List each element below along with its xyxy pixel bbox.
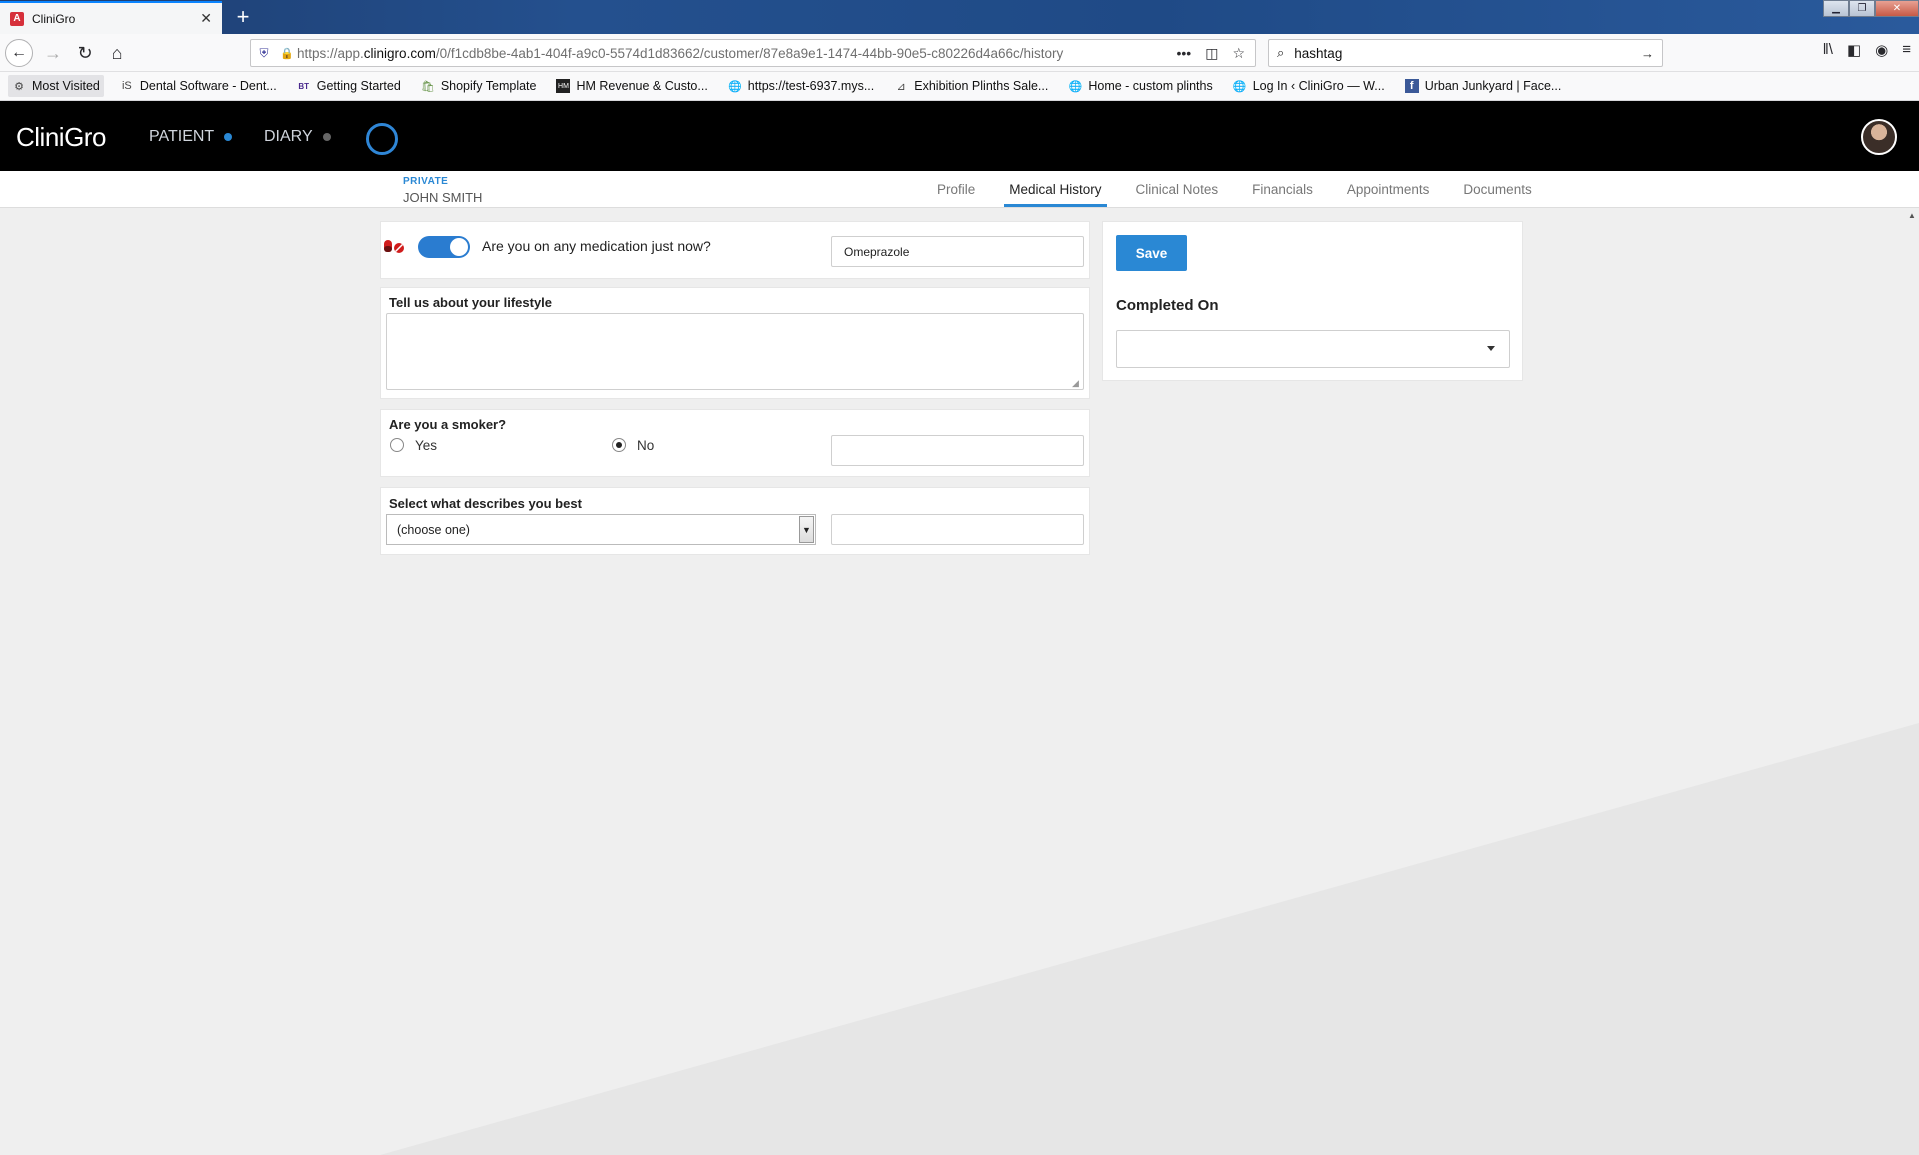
gear-icon: ⚙ bbox=[14, 80, 24, 93]
status-dot bbox=[224, 133, 233, 141]
loading-spinner-icon bbox=[366, 123, 398, 155]
shopify-icon: 🛍 bbox=[420, 80, 435, 93]
bookmark-item[interactable]: 🌐 Home - custom plinths bbox=[1064, 75, 1216, 97]
smoker-yes-radio[interactable] bbox=[390, 438, 404, 452]
bookmark-item[interactable]: BT Getting Started bbox=[293, 75, 405, 97]
describe-select[interactable]: (choose one) ▼ bbox=[386, 514, 816, 545]
lock-icon[interactable]: 🔒 bbox=[277, 47, 297, 60]
chevron-down-icon[interactable]: ▼ bbox=[799, 516, 814, 543]
page-scrollbar[interactable]: ▲ bbox=[1905, 208, 1919, 1155]
menu-item-patient[interactable]: PATIENT bbox=[149, 128, 233, 146]
bookmark-item[interactable]: iS Dental Software - Dent... bbox=[116, 75, 281, 97]
toggle-knob bbox=[450, 238, 468, 256]
forward-button[interactable]: → bbox=[40, 41, 66, 65]
library-icon[interactable]: ‖\ bbox=[1823, 41, 1833, 59]
bookmark-item[interactable]: HM HM Revenue & Custo... bbox=[552, 75, 711, 97]
globe-icon: 🌐 bbox=[727, 80, 742, 93]
plinth-icon: ⊿ bbox=[896, 80, 906, 93]
new-tab-button[interactable]: + bbox=[231, 4, 255, 30]
tab-documents[interactable]: Documents bbox=[1446, 171, 1548, 208]
smoker-yes-label: Yes bbox=[415, 438, 438, 453]
save-button[interactable]: Save bbox=[1116, 235, 1187, 271]
medication-pills-icon bbox=[384, 240, 404, 253]
describe-select-value: (choose one) bbox=[397, 522, 470, 537]
reload-button[interactable]: ↻ bbox=[72, 41, 98, 65]
patient-subheader: PRIVATE JOHN SMITH Profile Medical Histo… bbox=[0, 171, 1919, 208]
bookmarks-toolbar: ⚙ Most Visited iS Dental Software - Dent… bbox=[0, 72, 1919, 101]
patient-tabs: Profile Medical History Clinical Notes F… bbox=[920, 171, 1549, 208]
globe-icon: 🌐 bbox=[1068, 80, 1083, 93]
patient-type-badge: PRIVATE bbox=[403, 176, 449, 187]
scroll-up-arrow-icon[interactable]: ▲ bbox=[1908, 211, 1916, 220]
app-header: CliniGro PATIENT DIARY bbox=[0, 101, 1919, 171]
bookmark-item[interactable]: 🌐 Log In ‹ CliniGro — W... bbox=[1229, 75, 1389, 97]
url-text[interactable]: https://app.clinigro.com/0/f1cdb8be-4ab1… bbox=[297, 46, 1176, 61]
tracking-shield-icon[interactable]: ⛨ bbox=[251, 46, 277, 61]
smoker-note-input[interactable] bbox=[831, 435, 1084, 466]
close-tab-icon[interactable]: ✕ bbox=[200, 10, 212, 27]
tab-financials[interactable]: Financials bbox=[1235, 171, 1330, 208]
hamburger-menu-icon[interactable]: ≡ bbox=[1902, 41, 1911, 59]
caret-down-icon bbox=[1487, 346, 1495, 351]
bookmark-item[interactable]: 🛍 Shopify Template bbox=[417, 75, 541, 97]
url-bar[interactable]: ⛨ 🔒 https://app.clinigro.com/0/f1cdb8be-… bbox=[250, 39, 1256, 67]
bookmark-item[interactable]: 🌐 https://test-6937.mys... bbox=[724, 75, 878, 97]
medication-question: Are you on any medication just now? bbox=[482, 238, 711, 254]
tab-title: CliniGro bbox=[32, 11, 76, 26]
window-titlebar: A CliniGro ✕ + ▁ ❐ ✕ bbox=[0, 0, 1919, 34]
completed-on-select[interactable] bbox=[1116, 330, 1510, 368]
completed-on-label: Completed On bbox=[1116, 297, 1219, 314]
lifestyle-question: Tell us about your lifestyle bbox=[389, 295, 553, 310]
tab-medical-history[interactable]: Medical History bbox=[992, 171, 1118, 208]
tab-clinical-notes[interactable]: Clinical Notes bbox=[1119, 171, 1236, 208]
app-logo[interactable]: CliniGro bbox=[16, 122, 106, 153]
menu-item-diary[interactable]: DIARY bbox=[264, 128, 331, 146]
medication-input[interactable]: Omeprazole bbox=[831, 236, 1084, 267]
sidebar-toggle-icon[interactable]: ◧ bbox=[1847, 41, 1861, 59]
facebook-icon: f bbox=[1404, 79, 1419, 93]
search-go-arrow-icon[interactable]: → bbox=[1641, 46, 1654, 61]
bookmark-item[interactable]: ⊿ Exhibition Plinths Sale... bbox=[890, 75, 1052, 97]
search-input[interactable]: hashtag bbox=[1294, 46, 1631, 61]
globe-icon: 🌐 bbox=[1232, 80, 1247, 93]
smoker-no-label: No bbox=[637, 438, 655, 453]
lifestyle-textarea[interactable] bbox=[386, 313, 1084, 390]
describe-question: Select what describes you best bbox=[389, 496, 582, 511]
is-logo-icon: iS bbox=[121, 80, 132, 92]
tab-appointments[interactable]: Appointments bbox=[1330, 171, 1447, 208]
bookmark-item[interactable]: f Urban Junkyard | Face... bbox=[1401, 75, 1566, 97]
pocket-icon[interactable]: ◫ bbox=[1205, 45, 1218, 62]
patient-name: JOHN SMITH bbox=[403, 190, 483, 205]
search-icon: ⌕ bbox=[1277, 45, 1285, 60]
smoker-question: Are you a smoker? bbox=[389, 417, 507, 432]
hmrc-icon: HM bbox=[556, 79, 571, 93]
medication-toggle[interactable] bbox=[418, 236, 470, 258]
restore-button[interactable]: ❐ bbox=[1849, 0, 1875, 17]
resize-handle-icon[interactable]: ◢ bbox=[1072, 378, 1079, 389]
account-icon[interactable]: ◉ bbox=[1875, 41, 1888, 59]
search-bar[interactable]: ⌕ hashtag → bbox=[1268, 39, 1663, 67]
home-button[interactable]: ⌂ bbox=[104, 41, 130, 65]
close-window-button[interactable]: ✕ bbox=[1875, 0, 1919, 17]
bookmark-item[interactable]: ⚙ Most Visited bbox=[8, 75, 104, 97]
browser-tab-active[interactable]: A CliniGro ✕ bbox=[0, 1, 222, 34]
window-controls: ▁ ❐ ✕ bbox=[1823, 0, 1919, 18]
bookmark-star-icon[interactable]: ☆ bbox=[1232, 45, 1245, 62]
tab-profile[interactable]: Profile bbox=[920, 171, 992, 208]
bt-logo-icon: BT bbox=[298, 81, 310, 91]
back-button[interactable]: ← bbox=[5, 39, 33, 67]
status-dot bbox=[322, 133, 331, 141]
avatar[interactable] bbox=[1861, 119, 1897, 155]
smoker-no-radio[interactable] bbox=[612, 438, 626, 452]
angular-favicon-icon: A bbox=[10, 11, 24, 26]
page-actions-icon[interactable]: ••• bbox=[1176, 45, 1191, 62]
browser-navbar: ← → ↻ ⌂ ⛨ 🔒 https://app.clinigro.com/0/f… bbox=[0, 34, 1919, 72]
describe-note-input[interactable] bbox=[831, 514, 1084, 545]
minimize-button[interactable]: ▁ bbox=[1823, 0, 1849, 17]
